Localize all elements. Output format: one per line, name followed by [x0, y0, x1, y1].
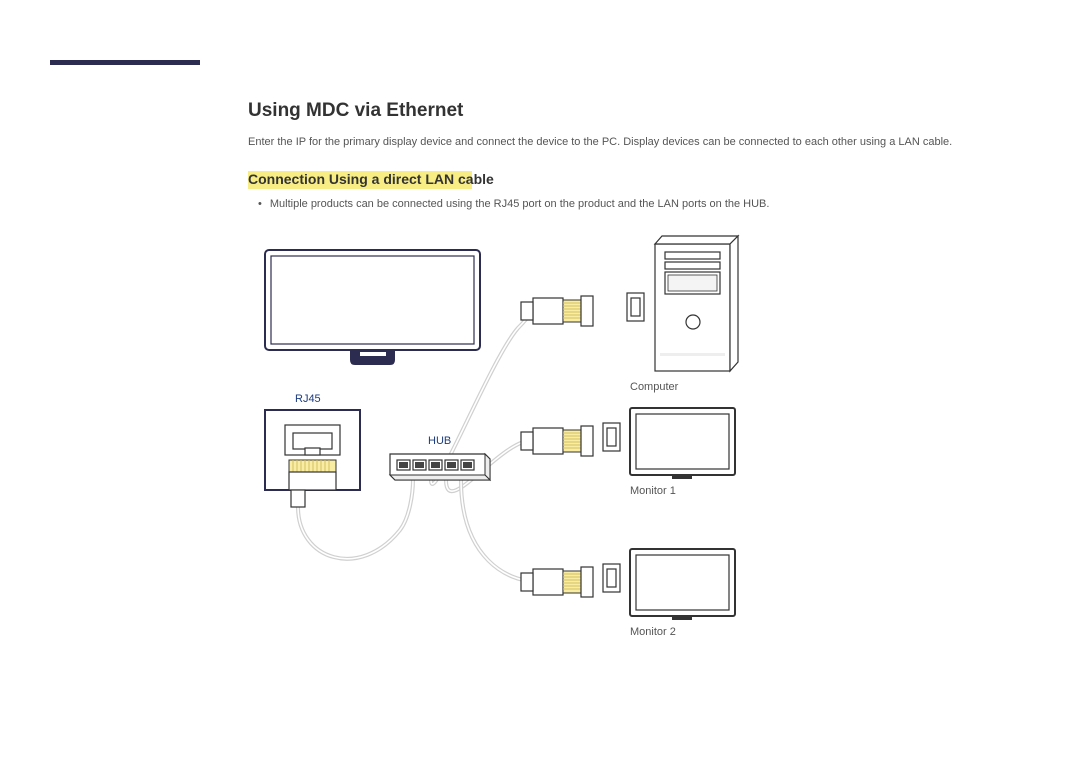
- cable-plug-1: [521, 296, 593, 326]
- connection-diagram: RJ45 HUB: [260, 230, 860, 650]
- note-row: • Multiple products can be connected usi…: [258, 198, 1010, 210]
- rj45-port-graphic: RJ45: [265, 393, 360, 507]
- intro-text: Enter the IP for the primary display dev…: [248, 135, 1010, 151]
- note-text: Multiple products can be connected using…: [270, 198, 770, 210]
- monitor-1-graphic: Monitor 1: [630, 408, 735, 497]
- header-accent-bar: [50, 60, 200, 65]
- svg-text:RJ45: RJ45: [295, 393, 321, 405]
- cable-plug-3: [521, 567, 593, 597]
- svg-text:HUB: HUB: [428, 435, 451, 447]
- page-subheading: Connection Using a direct LAN cable: [248, 171, 494, 187]
- hub-graphic: HUB: [390, 435, 490, 480]
- computer-tower-graphic: Computer: [630, 236, 738, 393]
- monitor-2-graphic: Monitor 2: [630, 549, 735, 638]
- page-heading: Using MDC via Ethernet: [248, 100, 463, 122]
- svg-text:Computer: Computer: [630, 381, 679, 393]
- cable-plug-2: [521, 426, 593, 456]
- bullet-icon: •: [258, 198, 262, 210]
- display-panel-graphic: [265, 250, 480, 365]
- svg-text:Monitor 2: Monitor 2: [630, 626, 676, 638]
- svg-text:Monitor 1: Monitor 1: [630, 485, 676, 497]
